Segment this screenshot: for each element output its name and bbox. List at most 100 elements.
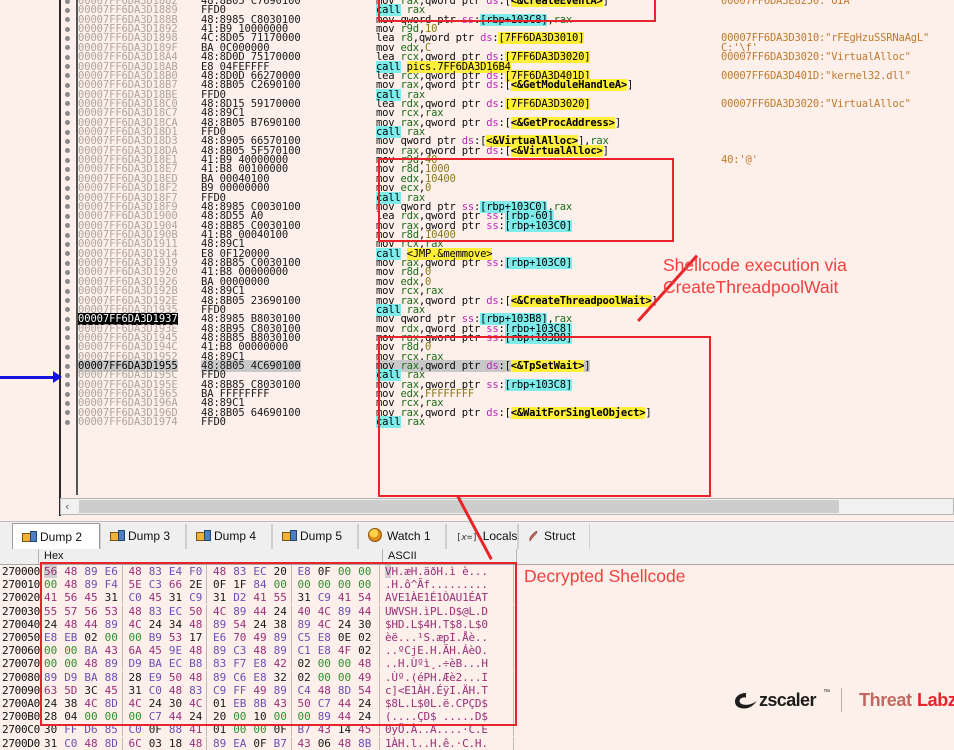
dump-ascii[interactable]: ..ºCjE.H.ÃH.ÁèO. [385, 644, 488, 657]
dump-byte[interactable]: E4 [169, 565, 182, 578]
dump-byte[interactable]: 0F [253, 737, 266, 750]
dump-byte[interactable]: 24 [44, 697, 57, 710]
dump-byte[interactable]: 83 [213, 657, 226, 670]
dump-byte[interactable]: E8 [253, 671, 266, 684]
dump-byte[interactable]: 89 [213, 644, 226, 657]
dump-byte[interactable]: E8 [298, 565, 311, 578]
dump-byte[interactable]: 45 [84, 591, 97, 604]
dump-byte[interactable]: 24 [253, 618, 266, 631]
dump-byte[interactable]: 18 [169, 737, 182, 750]
dump-byte[interactable]: 02 [358, 631, 371, 644]
dump-byte[interactable]: C9 [189, 591, 202, 604]
dump-byte[interactable]: 28 [44, 710, 57, 723]
dump-byte[interactable]: E8 [253, 657, 266, 670]
breakpoint-dot[interactable] [65, 7, 70, 13]
dump-ascii[interactable]: $HD.L$4H.T$8.L$0 [385, 618, 488, 631]
dump-byte[interactable]: 50 [169, 671, 182, 684]
breakpoint-dot[interactable] [65, 344, 70, 350]
dump-byte[interactable]: 89 [338, 605, 351, 618]
dump-byte[interactable]: 01 [213, 723, 226, 736]
dump-byte[interactable]: 89 [84, 565, 97, 578]
dump-byte[interactable]: 03 [149, 737, 162, 750]
dump-byte[interactable]: 89 [213, 737, 226, 750]
dump-byte[interactable]: C0 [64, 737, 77, 750]
dump-byte[interactable]: 53 [105, 605, 118, 618]
dump-byte[interactable]: 89 [274, 684, 287, 697]
dump-byte[interactable]: 48 [189, 644, 202, 657]
breakpoint-dot[interactable] [65, 354, 70, 360]
dump-byte[interactable]: 00 [44, 657, 57, 670]
dump-byte[interactable]: 00 [318, 671, 331, 684]
dump-byte[interactable]: 4C [129, 618, 142, 631]
dump-byte[interactable]: EB [233, 697, 246, 710]
dump-byte[interactable]: 00 [318, 657, 331, 670]
dump-byte[interactable]: 00 [64, 657, 77, 670]
breakpoint-gutter[interactable] [60, 0, 78, 495]
dump-byte[interactable]: 00 [253, 723, 266, 736]
dump-byte[interactable]: 63 [44, 684, 57, 697]
dump-byte[interactable]: 45 [149, 591, 162, 604]
breakpoint-dot[interactable] [65, 138, 70, 144]
comment-cell[interactable]: 00007FF6DA3D3020:"VirtualAlloc" [721, 98, 911, 110]
dump-byte[interactable]: 88 [105, 671, 118, 684]
dump-row[interactable]: 270080 89 D9 BA 88 28 E9 50 48 89 C6 E8 32 02 00 00 49 .Ù… [0, 670, 954, 684]
breakpoint-dot[interactable] [65, 73, 70, 79]
breakpoint-dot[interactable] [65, 298, 70, 304]
breakpoint-dot[interactable] [65, 176, 70, 182]
dump-byte[interactable]: 02 [84, 631, 97, 644]
dump-byte[interactable]: 5D [64, 684, 77, 697]
breakpoint-dot[interactable] [65, 64, 70, 70]
dump-byte[interactable]: 8B [358, 737, 371, 750]
breakpoint-dot[interactable] [65, 45, 70, 51]
dump-byte[interactable]: 4C [213, 605, 226, 618]
dump-byte[interactable]: 57 [64, 605, 77, 618]
dump-byte[interactable]: 48 [84, 657, 97, 670]
dump-row[interactable]: 2700D0 31 C0 48 8D 6C 03 18 48 89 EA 0F B7 43 06 48 8B 1À… [0, 736, 954, 750]
dump-byte[interactable]: 31 [44, 737, 57, 750]
dump-byte[interactable]: 38 [274, 618, 287, 631]
dump-byte[interactable]: 83 [233, 565, 246, 578]
breakpoint-dot[interactable] [65, 232, 70, 238]
dump-row[interactable]: 2700C0 30 FF D6 85 C0 0F 88 41 01 00 00 0F B7 43 14 45 0ÿ… [0, 723, 954, 737]
dump-byte[interactable]: D6 [84, 723, 97, 736]
breakpoint-dot[interactable] [65, 185, 70, 191]
dump-byte[interactable]: 50 [189, 605, 202, 618]
dump-byte[interactable]: 48 [84, 737, 97, 750]
dump-byte[interactable]: 1F [233, 578, 246, 591]
dump-byte[interactable]: 32 [274, 671, 287, 684]
dump-byte[interactable]: 5E [129, 578, 142, 591]
dump-byte[interactable]: 06 [318, 737, 331, 750]
dump-byte[interactable]: 89 [213, 671, 226, 684]
dump-byte[interactable]: 83 [149, 605, 162, 618]
dump-byte[interactable]: 44 [358, 605, 371, 618]
dump-byte[interactable]: C6 [233, 671, 246, 684]
breakpoint-dot[interactable] [65, 204, 70, 210]
dump-byte[interactable]: 85 [105, 723, 118, 736]
dump-byte[interactable]: 55 [44, 605, 57, 618]
dump-byte[interactable]: 89 [274, 631, 287, 644]
dump-byte[interactable]: C7 [318, 697, 331, 710]
dump-row[interactable]: 270070 00 00 48 89 D9 BA EC B8 83 F7 E8 42 02 00 00 48..… [0, 657, 954, 671]
dump-byte[interactable]: EC [253, 565, 266, 578]
dump-byte[interactable]: 4F [338, 644, 351, 657]
dump-byte[interactable]: C4 [298, 684, 311, 697]
opcode-cell[interactable]: FFD0 [201, 416, 226, 428]
dump-byte[interactable]: C0 [129, 723, 142, 736]
dump-byte[interactable]: EC [169, 605, 182, 618]
dump-byte[interactable]: 45 [358, 723, 371, 736]
breakpoint-dot[interactable] [65, 391, 70, 397]
dump-byte[interactable]: 41 [253, 591, 266, 604]
dump-byte[interactable]: 00 [274, 578, 287, 591]
breakpoint-dot[interactable] [65, 326, 70, 332]
dump-byte[interactable]: 8B [253, 697, 266, 710]
dump-byte[interactable]: 48 [64, 578, 77, 591]
dump-byte[interactable]: 89 [84, 578, 97, 591]
dump-ascii[interactable]: AVE1ÀE1É1ÒAU1ÉAT [385, 591, 488, 604]
dump-byte[interactable]: 8D [338, 684, 351, 697]
dump-byte[interactable]: 48 [338, 737, 351, 750]
dump-byte[interactable]: 41 [44, 591, 57, 604]
dump-byte[interactable]: E6 [105, 565, 118, 578]
dump-byte[interactable]: 24 [149, 618, 162, 631]
breakpoint-dot[interactable] [65, 419, 70, 425]
dump-byte[interactable]: 31 [213, 591, 226, 604]
